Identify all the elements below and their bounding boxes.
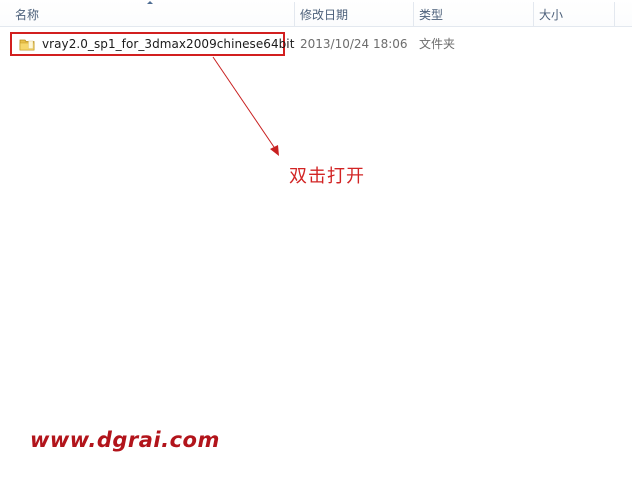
file-name: vray2.0_sp1_for_3dmax2009chinese64bit: [42, 37, 295, 51]
column-header-bar: 名称 修改日期 类型 大小: [0, 0, 632, 27]
annotation-arrow: [212, 56, 279, 156]
file-date-modified: 2013/10/24 18:06: [300, 37, 408, 51]
column-header-type-label: 类型: [419, 8, 444, 22]
column-header-name-label: 名称: [15, 8, 40, 22]
column-divider[interactable]: [614, 2, 615, 26]
column-header-type[interactable]: 类型: [414, 0, 534, 26]
folder-icon: [19, 39, 35, 51]
column-header-size-label: 大小: [539, 8, 564, 22]
column-header-date-label: 修改日期: [300, 8, 349, 22]
column-header-size[interactable]: 大小: [534, 0, 614, 26]
file-name-cell-highlighted[interactable]: vray2.0_sp1_for_3dmax2009chinese64bit: [10, 32, 294, 56]
column-header-date-modified[interactable]: 修改日期: [295, 0, 414, 26]
annotation-text: 双击打开: [289, 166, 365, 187]
file-type: 文件夹: [419, 37, 456, 51]
sort-ascending-icon: [147, 1, 153, 4]
watermark-text: www.dgrai.com: [30, 428, 220, 452]
file-row[interactable]: vray2.0_sp1_for_3dmax2009chinese64bit 20…: [0, 32, 632, 56]
